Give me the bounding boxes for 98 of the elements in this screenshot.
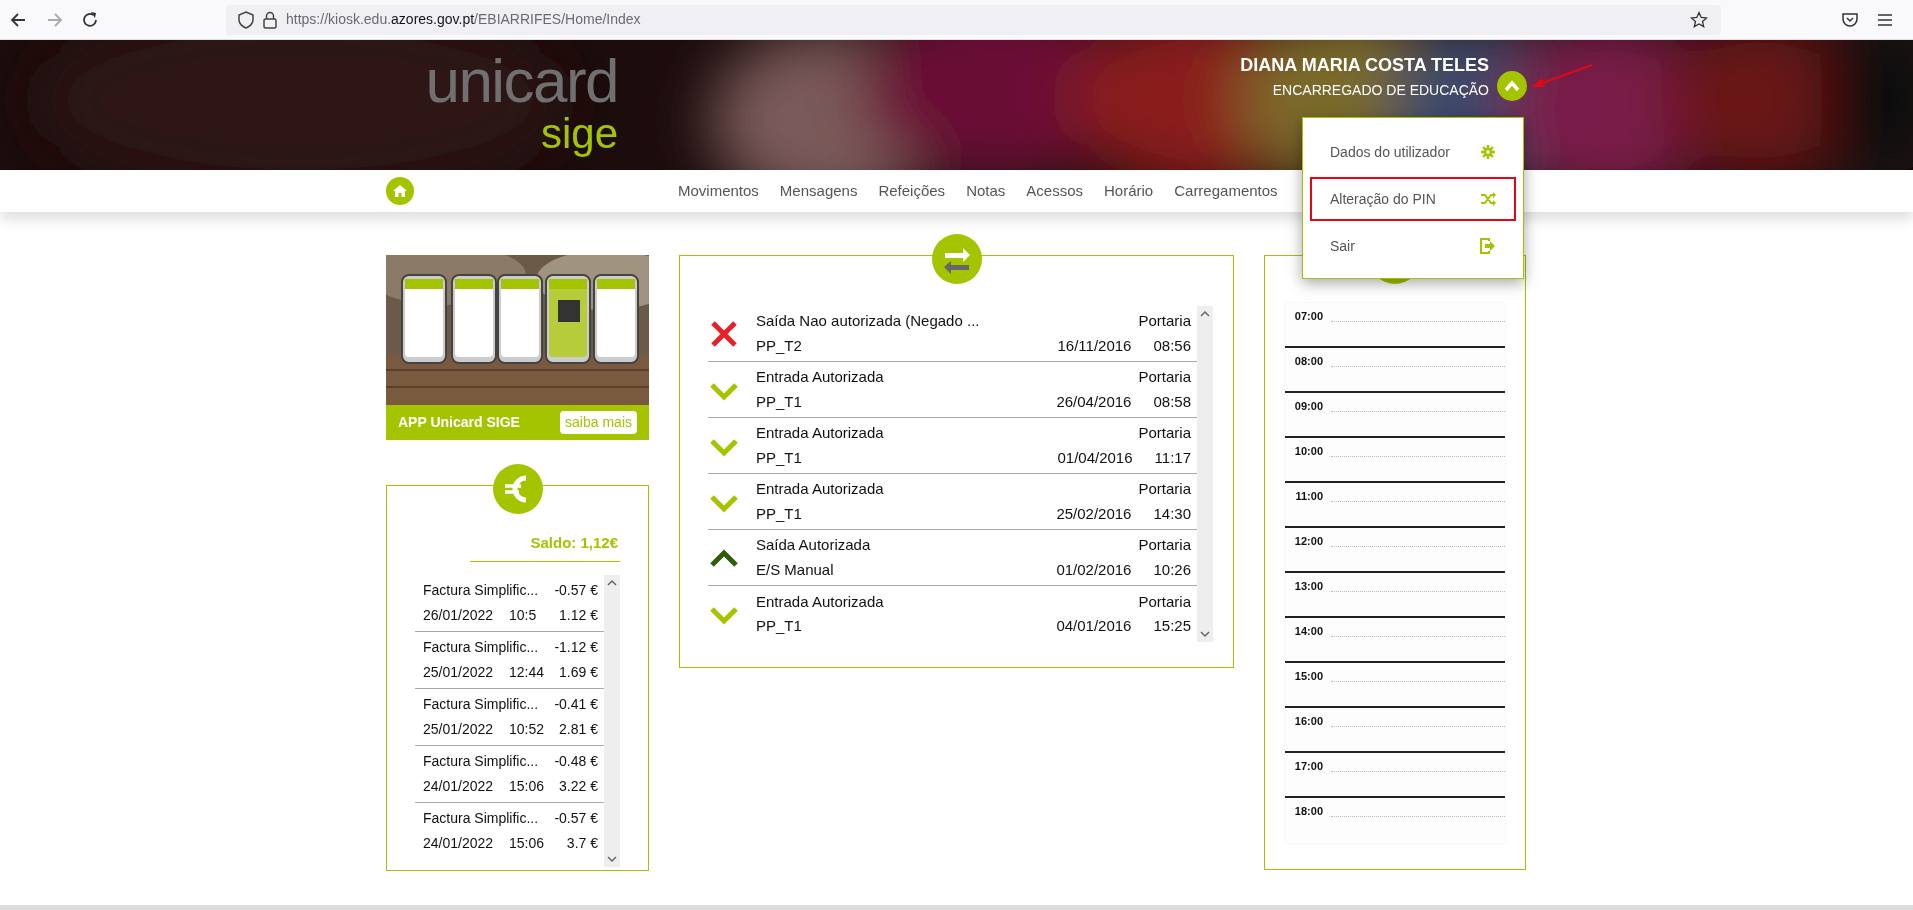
movement-title: Saída Nao autorizada (Negado ... bbox=[756, 311, 980, 331]
hour-label: 10:00 bbox=[1293, 444, 1323, 459]
transaction-description: Factura Simplific... bbox=[423, 694, 539, 714]
transaction-description: Factura Simplific... bbox=[423, 580, 539, 600]
scrollbar[interactable] bbox=[604, 574, 620, 867]
transaction-balance: 3.7 € bbox=[566, 834, 598, 853]
movement-time: 08:56 bbox=[1153, 335, 1191, 356]
movement-title: Entrada Autorizada bbox=[756, 367, 884, 387]
transaction-time: 10:52 bbox=[509, 719, 545, 739]
movement-date: 26/04/2016 bbox=[1056, 391, 1132, 412]
hour-label: 07:00 bbox=[1293, 309, 1323, 324]
movement-date: 01/02/2016 bbox=[1056, 559, 1132, 580]
movement-date: 25/02/2016 bbox=[1056, 503, 1132, 524]
transaction-amount: -1.12 € bbox=[554, 637, 598, 657]
movement-time: 11:17 bbox=[1154, 447, 1191, 468]
movement-time: 15:25 bbox=[1153, 616, 1191, 636]
transaction-description: Factura Simplific... bbox=[423, 751, 539, 771]
movement-time: 08:58 bbox=[1153, 391, 1191, 412]
transaction-date: 26/01/2022 bbox=[423, 605, 495, 625]
transaction-description: Factura Simplific... bbox=[423, 809, 539, 828]
nav-link[interactable]: Notas bbox=[966, 179, 1006, 203]
scrollbar[interactable] bbox=[1197, 306, 1213, 642]
logo-text: unicard bbox=[425, 50, 618, 112]
nav-link[interactable]: Acessos bbox=[1026, 179, 1083, 203]
address-bar[interactable]: https://kiosk.edu.azores.gov.pt/EBIARRIFES/Home/Index bbox=[226, 4, 1721, 35]
menu-item[interactable]: Sair bbox=[1310, 224, 1516, 268]
transaction-balance: 3.22 € bbox=[559, 776, 598, 796]
movement-date: 01/04/2016 bbox=[1057, 447, 1133, 468]
user-name: DIANA MARIA COSTA TELES bbox=[1240, 54, 1489, 77]
movement-device: PP_T1 bbox=[756, 616, 803, 636]
transaction-description: Factura Simplific... bbox=[423, 637, 539, 657]
transaction-date: 24/01/2022 bbox=[423, 834, 495, 853]
hour-label: 14:00 bbox=[1293, 624, 1323, 639]
movement-device: PP_T1 bbox=[756, 503, 803, 524]
transaction-date: 24/01/2022 bbox=[423, 776, 495, 796]
hour-label: 16:00 bbox=[1293, 714, 1323, 729]
movement-time: 10:26 bbox=[1153, 559, 1191, 580]
transaction-amount: -0.41 € bbox=[554, 694, 598, 714]
cross-icon bbox=[710, 319, 738, 348]
url-text: https://kiosk.edu.azores.gov.pt/EBIARRIFES/Home/Index bbox=[286, 10, 641, 29]
hour-label: 15:00 bbox=[1293, 669, 1323, 684]
chevron-icon bbox=[1504, 80, 1520, 92]
house-icon bbox=[392, 184, 408, 198]
transaction-date: 25/01/2022 bbox=[423, 662, 495, 682]
user-role: ENCARREGADO DE EDUCAÇÃO bbox=[1272, 81, 1489, 100]
movement-location: Portaria bbox=[1138, 591, 1191, 612]
menu-item[interactable]: Dados do utilizador bbox=[1310, 130, 1516, 174]
transaction-amount: -0.57 € bbox=[554, 580, 598, 600]
movement-date: 04/01/2016 bbox=[1056, 616, 1132, 636]
movement-location: Portaria bbox=[1138, 535, 1191, 555]
movement-location: Portaria bbox=[1138, 479, 1191, 499]
hour-label: 17:00 bbox=[1293, 759, 1323, 774]
movement-device: PP_T2 bbox=[756, 335, 803, 356]
nav-link[interactable]: Movimentos bbox=[678, 179, 759, 203]
movement-time: 14:30 bbox=[1153, 503, 1191, 524]
gear-icon bbox=[1480, 144, 1496, 160]
hour-label: 08:00 bbox=[1293, 354, 1323, 369]
sign-out-icon bbox=[1480, 238, 1496, 254]
transaction-time: 10:5 bbox=[509, 605, 537, 625]
hour-label: 09:00 bbox=[1293, 399, 1323, 414]
shield-icon bbox=[238, 10, 254, 29]
nav-link[interactable]: Mensagens bbox=[779, 179, 858, 203]
star-icon[interactable] bbox=[1690, 10, 1708, 29]
balance-total: Saldo: 1,12€ bbox=[470, 532, 620, 562]
movement-title: Saída Autorizada bbox=[756, 535, 871, 555]
logo-subtext: sige bbox=[540, 112, 618, 156]
transaction-balance: 1.69 € bbox=[559, 662, 598, 682]
transaction-time: 15:06 bbox=[509, 776, 545, 796]
lock-icon bbox=[263, 10, 277, 29]
movement-location: Portaria bbox=[1138, 367, 1191, 387]
transaction-time: 12:44 bbox=[509, 662, 545, 682]
nav-link[interactable]: Carregamentos bbox=[1174, 179, 1278, 203]
transaction-balance: 1.12 € bbox=[559, 605, 598, 625]
transaction-amount: -0.57 € bbox=[554, 809, 598, 828]
movement-device: PP_T1 bbox=[756, 447, 803, 468]
transaction-date: 25/01/2022 bbox=[423, 719, 495, 739]
nav-link[interactable]: Refeições bbox=[878, 179, 946, 203]
movement-title: Entrada Autorizada bbox=[756, 479, 884, 499]
transaction-amount: -0.48 € bbox=[554, 751, 598, 771]
promo-title: APP Unicard SIGE bbox=[398, 413, 520, 432]
pocket-icon[interactable] bbox=[1841, 10, 1859, 29]
movement-device: E/S Manual bbox=[756, 559, 835, 580]
menu-item[interactable]: Alteração do PIN bbox=[1310, 177, 1516, 221]
movement-location: Portaria bbox=[1138, 311, 1191, 331]
hour-label: 13:00 bbox=[1293, 579, 1323, 594]
movement-title: Entrada Autorizada bbox=[756, 423, 884, 443]
nav-link[interactable]: Horário bbox=[1104, 179, 1154, 203]
transaction-balance: 2.81 € bbox=[559, 719, 598, 739]
reload-icon[interactable] bbox=[80, 9, 100, 30]
movement-device: PP_T1 bbox=[756, 391, 803, 412]
movement-title: Entrada Autorizada bbox=[756, 591, 884, 612]
movement-location: Portaria bbox=[1138, 423, 1191, 443]
hour-label: 12:00 bbox=[1293, 534, 1323, 549]
transaction-time: 15:06 bbox=[509, 834, 545, 853]
movement-date: 16/11/2016 bbox=[1057, 335, 1132, 356]
shuffle-icon bbox=[1480, 191, 1496, 207]
hour-label: 18:00 bbox=[1293, 804, 1323, 819]
hour-label: 11:00 bbox=[1294, 489, 1323, 504]
